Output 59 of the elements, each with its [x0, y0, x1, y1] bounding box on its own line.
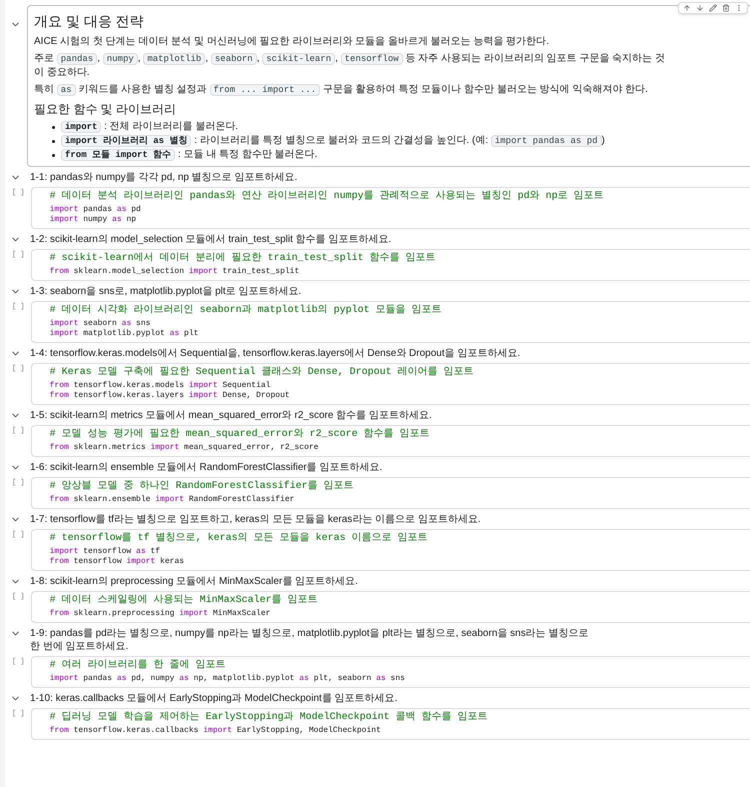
- code-line: import tensorflow as tf: [50, 547, 162, 557]
- section-heading: 필요한 함수 및 라이브러리: [34, 101, 178, 117]
- code-comment: # 여러 라이브러리를 한 줄에 임포트: [50, 660, 227, 672]
- delete-icon[interactable]: [722, 4, 730, 12]
- list-item: import 라이브러리 as 별칭 : 라이브러리를 특정 별칭으로 불러와 코드의 간결성을 높인다. (예: import pandas as pd ): [61, 134, 605, 148]
- section-title: 1-3: seaborn을 sns로, matplotlib.pyplot을 plt로 임포트하세요.: [30, 285, 302, 298]
- code-comment: # 딥러닝 모델 학습을 제어하는 EarlyStopping과 ModelCheckpoint 콜백 함수를 임포트: [50, 712, 489, 724]
- code-line: import numpy as np: [50, 215, 138, 225]
- code-cell[interactable]: # 여러 라이브러리를 한 줄에 임포트 import pandas as pd, numpy as np, matplotlib.pyplot as plt, seaborn as sns: [30, 656, 750, 688]
- code-cell[interactable]: # scikit-learn에서 데이터 분리에 필요한 train_test_split 함수를 임포트 from sklearn.model_selection import train_test_split: [30, 249, 750, 281]
- code-cell[interactable]: # 데이터 스케일링에 사용되는 MinMaxScaler를 임포트 from sklearn.preprocessing import MinMaxScaler: [30, 591, 750, 623]
- list-item: import : 전체 라이브러리를 불러온다.: [61, 120, 238, 134]
- code-comment: # 데이터 스케일링에 사용되는 MinMaxScaler를 임포트: [50, 595, 319, 607]
- code-cell[interactable]: # 데이터 시각화 라이브러리인 seaborn과 matplotlib의 pyplot 모듈을 임포트 import seaborn as sns import matplotlib.pyplot as plt: [30, 301, 750, 343]
- code-line: import seaborn as sns: [50, 319, 152, 329]
- code-comment: # 데이터 시각화 라이브러리인 seaborn과 matplotlib의 pyplot 모듈을 임포트: [50, 305, 443, 317]
- code-cell[interactable]: # 딥러닝 모델 학습을 제어하는 EarlyStopping과 ModelCheckpoint 콜백 함수를 임포트 from tensorflow.keras.callbacks import EarlyStopping, ModelCheckpoint: [30, 708, 750, 740]
- code-line: from tensorflow.keras.layers import Dense, Dropout: [50, 391, 291, 401]
- code-comment: # Keras 모델 구축에 필요한 Sequential 클래스와 Dense, Dropout 레이어를 임포트: [50, 367, 475, 379]
- code-cell[interactable]: # tensorflow를 tf 별칭으로, keras의 모든 모듈을 keras 이름으로 임포트 import tensorflow as tf from tensorflow import keras: [30, 529, 750, 571]
- code-line: import pandas as pd, numpy as np, matplotlib.pyplot as plt, seaborn as sns: [50, 674, 406, 684]
- bullet-icon: [52, 126, 55, 128]
- code-line: from sklearn.ensemble import RandomForestClassifier: [50, 495, 296, 505]
- section-title: 1-7: tensorflow를 tf라는 별칭으로 임포트하고, keras의 모든 모듈을 keras라는 이름으로 임포트하세요.: [30, 513, 481, 526]
- section-title: 1-8: scikit-learn의 preprocessing 모듈에서 MinMaxScaler를 임포트하세요.: [30, 575, 358, 588]
- code-comment: # 앙상블 모델 중 하나인 RandomForestClassifier를 임포트: [50, 481, 355, 493]
- cell-heading: 개요 및 대응 전략: [34, 12, 145, 30]
- section-title: 1-9: pandas를 pd라는 별칭으로, numpy를 np라는 별칭으로, matplotlib.pyplot을 plt라는 별칭으로, seaborn을 sns라는 별칭으로 한 번에 임포트하세요.: [30, 627, 590, 653]
- code-line: from tensorflow import keras: [50, 557, 186, 567]
- paragraph: AICE 시험의 첫 단계는 데이터 분석 및 머신러닝에 필요한 라이브러리와 모듈을 올바르게 불러오는 능력을 평가한다.: [34, 35, 550, 49]
- paragraph: 특히 as 키워드를 사용한 별칭 설정과 from ... import ... 구문을 활용하여 특정 모듈이나 함수만 불러오는 방식에 익숙해져야 한다.: [34, 83, 649, 97]
- code-cell[interactable]: # 모델 성능 평가에 필요한 mean_squared_error와 r2_score 함수를 임포트 from sklearn.metrics import mean_squared_error, r2_score: [30, 425, 750, 457]
- edit-icon[interactable]: [709, 4, 717, 12]
- section-title: 1-10: keras.callbacks 모듈에서 EarlyStopping과 ModelCheckpoint를 임포트하세요.: [30, 692, 398, 705]
- code-line: import matplotlib.pyplot as plt: [50, 329, 200, 339]
- code-line: from tensorflow.keras.models import Sequential: [50, 381, 272, 391]
- code-line: from tensorflow.keras.callbacks import EarlyStopping, ModelCheckpoint: [50, 726, 382, 736]
- paragraph: 주로 pandas , numpy , matplotlib , seaborn , scikit-learn , tensorflow 등 자주 사용되는 라이브러리의 임포트 구문을 숙지하는 것이 중요하다.: [34, 52, 666, 80]
- list-item: from 모듈 import 함수 : 모듈 내 특정 함수만 불러온다.: [61, 148, 318, 162]
- section-title: 1-1: pandas와 numpy를 각각 pd, np 별칭으로 임포트하세요.: [30, 171, 298, 184]
- section-title: 1-2: scikit-learn의 model_selection 모듈에서 train_test_split 함수를 임포트하세요.: [30, 233, 392, 246]
- code-cell[interactable]: # Keras 모델 구축에 필요한 Sequential 클래스와 Dense, Dropout 레이어를 임포트 from tensorflow.keras.models import Sequential from tensorflow.keras.layers import Dense, Dropout: [30, 363, 750, 405]
- code-line: from sklearn.model_selection import train_test_split: [50, 267, 300, 277]
- section-title: 1-5: scikit-learn의 metrics 모듈에서 mean_squared_error와 r2_score 함수를 임포트하세요.: [30, 409, 432, 422]
- bullet-icon: [52, 140, 55, 142]
- code-comment: # 데이터 분석 라이브러리인 pandas와 연산 라이브러리인 numpy를 관례적으로 사용되는 별칭인 pd와 np로 임포트: [50, 191, 605, 203]
- section-title: 1-6: scikit-learn의 ensemble 모듈에서 RandomForestClassifier를 임포트하세요.: [30, 461, 382, 474]
- code-comment: # tensorflow를 tf 별칭으로, keras의 모든 모듈을 keras 이름으로 임포트: [50, 533, 429, 545]
- move-down-icon[interactable]: [696, 4, 704, 12]
- move-up-icon[interactable]: [683, 4, 691, 12]
- code-line: from sklearn.metrics import mean_squared_error, r2_score: [50, 443, 320, 453]
- code-comment: # scikit-learn에서 데이터 분리에 필요한 train_test_split 함수를 임포트: [50, 253, 437, 265]
- bullet-icon: [52, 154, 55, 156]
- code-cell[interactable]: # 데이터 분석 라이브러리인 pandas와 연산 라이브러리인 numpy를 관례적으로 사용되는 별칭인 pd와 np로 임포트 import pandas as pd import numpy as np: [30, 187, 750, 229]
- code-cell[interactable]: # 앙상블 모델 중 하나인 RandomForestClassifier를 임포트 from sklearn.ensemble import RandomForestClassifier: [30, 477, 750, 509]
- code-line: import pandas as pd: [50, 205, 142, 215]
- code-line: from sklearn.preprocessing import MinMaxScaler: [50, 609, 272, 619]
- section-title: 1-4: tensorflow.keras.models에서 Sequential을, tensorflow.keras.layers에서 Dense와 Dropout을 임포트하세요.: [30, 347, 520, 360]
- code-comment: # 모델 성능 평가에 필요한 mean_squared_error와 r2_score 함수를 임포트: [50, 429, 431, 441]
